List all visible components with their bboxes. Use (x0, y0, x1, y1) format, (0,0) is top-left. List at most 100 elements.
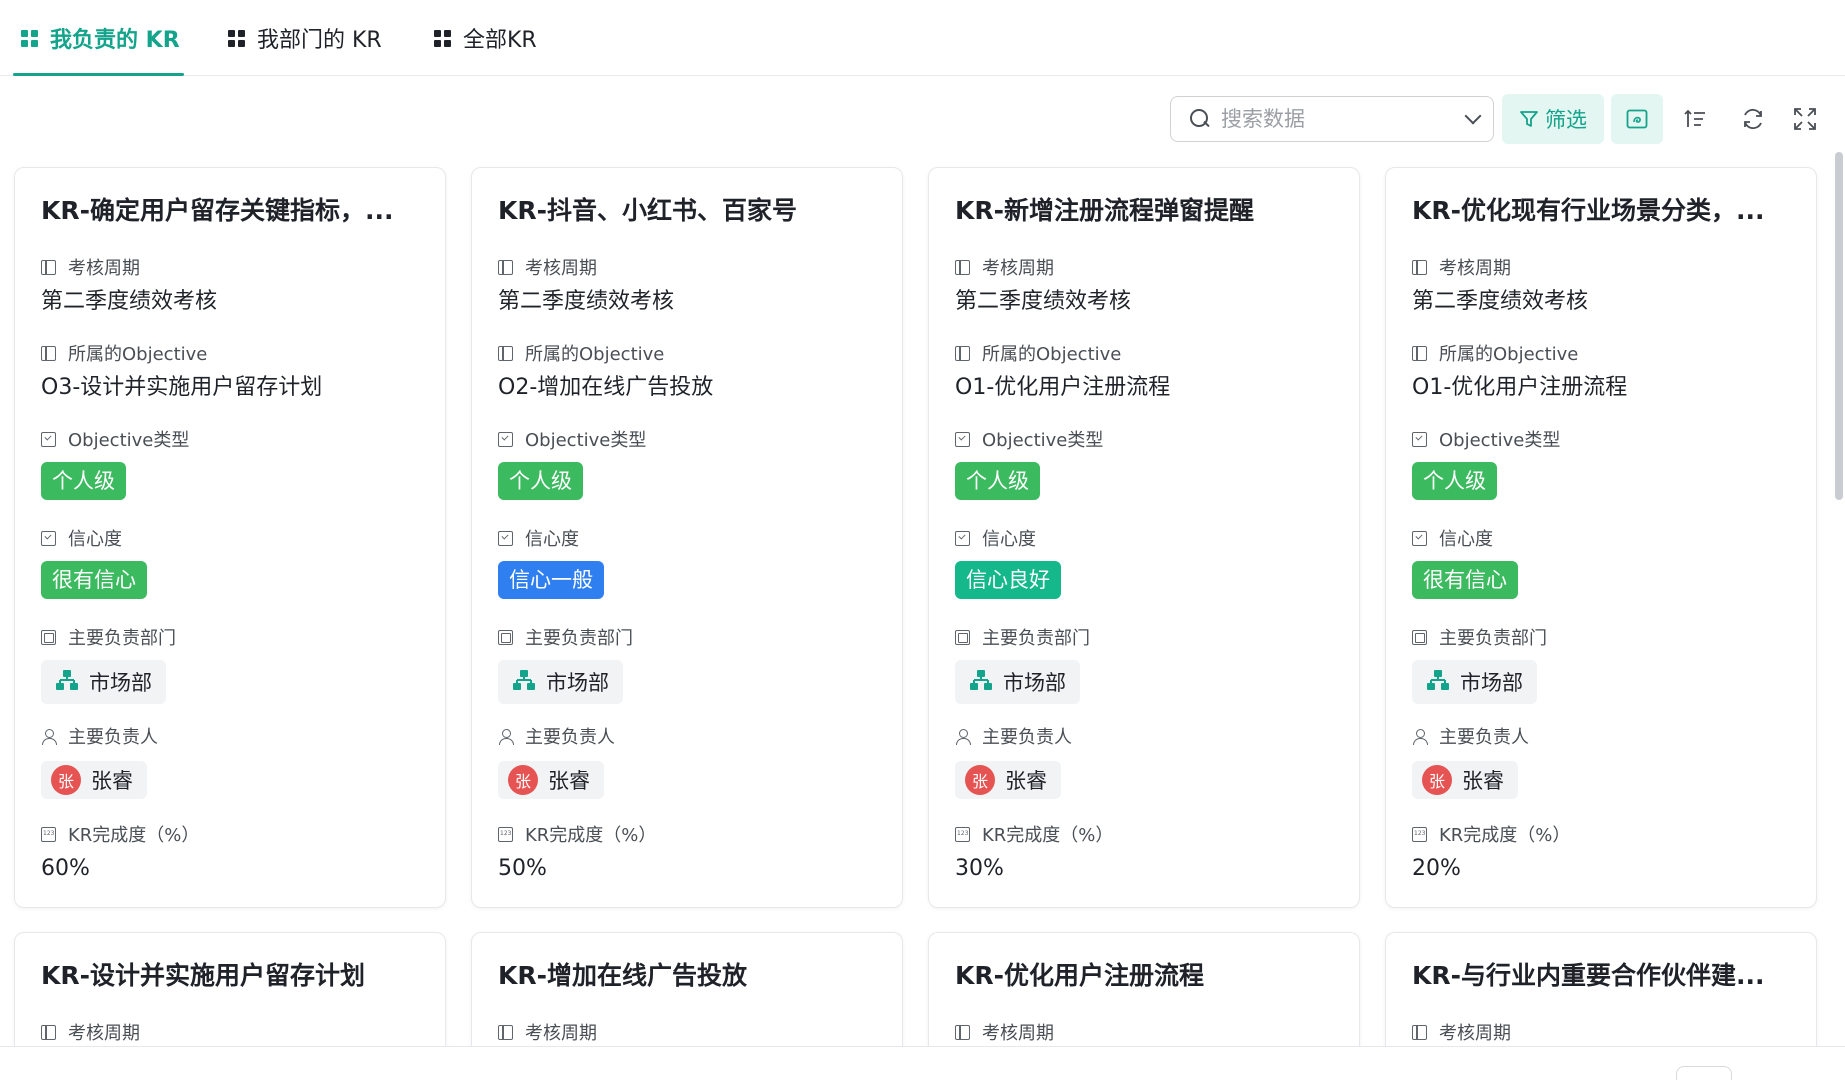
owner-chip[interactable]: 张 张睿 (41, 761, 147, 799)
owner-name: 张睿 (1005, 769, 1047, 793)
progress-label: KR完成度（%） (1412, 821, 1790, 847)
sort-icon[interactable] (1680, 104, 1710, 134)
confidence-field: 很有信心 (1412, 561, 1790, 599)
kr-title[interactable]: KR-优化现有行业场景分类，... (1412, 194, 1790, 228)
kr-card[interactable]: KR-新增注册流程弹窗提醒 考核周期 第二季度绩效考核 所属的Objective… (928, 167, 1360, 908)
objective-label: 所属的Objective (498, 340, 876, 366)
kr-title[interactable]: KR-优化用户注册流程 (955, 959, 1333, 993)
dept-chip[interactable]: 市场部 (41, 660, 166, 704)
filter-button[interactable]: 筛选 (1502, 94, 1604, 144)
dept-chip[interactable]: 市场部 (955, 660, 1080, 704)
objective-icon (41, 345, 56, 361)
objective-label: 所属的Objective (955, 340, 1333, 366)
kr-card[interactable]: KR-抖音、小红书、百家号 考核周期 第二季度绩效考核 所属的Objective… (471, 167, 903, 908)
owner-name: 张睿 (1462, 769, 1504, 793)
objective-type-label: Objective类型 (498, 426, 876, 452)
dept-field: 市场部 (41, 660, 419, 704)
confidence-tag: 很有信心 (1412, 561, 1518, 599)
tab-label: 我负责的 KR (50, 28, 180, 53)
card-view-button[interactable] (1611, 94, 1663, 144)
objective-type-label: Objective类型 (41, 426, 419, 452)
objective-type-field: 个人级 (1412, 462, 1790, 500)
progress-label: KR完成度（%） (41, 821, 419, 847)
progress-icon (41, 826, 56, 842)
refresh-icon[interactable] (1738, 104, 1768, 134)
owner-label: 主要负责人 (1412, 723, 1790, 749)
dept-label-text: 主要负责部门 (982, 628, 1090, 649)
avatar: 张 (1422, 765, 1452, 795)
objective-type-tag: 个人级 (955, 462, 1040, 500)
avatar: 张 (51, 765, 81, 795)
dept-label-text: 主要负责部门 (525, 628, 633, 649)
card-view-icon (1626, 109, 1648, 129)
kr-title[interactable]: KR-抖音、小红书、百家号 (498, 194, 876, 228)
objective-type-icon (498, 431, 513, 447)
objective-type-label-text: Objective类型 (525, 430, 647, 451)
filter-icon (1520, 111, 1538, 127)
period-icon (955, 1024, 970, 1040)
tab-my-kr[interactable]: 我负责的 KR (13, 0, 184, 76)
kr-title[interactable]: KR-增加在线广告投放 (498, 959, 876, 993)
grid-icon (434, 29, 451, 47)
confidence-label: 信心度 (1412, 525, 1790, 551)
owner-label: 主要负责人 (498, 723, 876, 749)
chevron-down-icon[interactable] (1464, 107, 1482, 125)
owner-chip[interactable]: 张 张睿 (1412, 761, 1518, 799)
tab-all-kr[interactable]: 全部KR (434, 0, 537, 76)
confidence-icon (1412, 530, 1427, 546)
owner-label-text: 主要负责人 (982, 727, 1072, 748)
scrollbar[interactable] (1835, 152, 1843, 500)
objective-type-tag: 个人级 (1412, 462, 1497, 500)
confidence-icon (498, 530, 513, 546)
period-label: 考核周期 (498, 1019, 876, 1045)
tab-label: 全部KR (463, 28, 537, 53)
objective-label: 所属的Objective (1412, 340, 1790, 366)
objective-value: O1-优化用户注册流程 (1412, 375, 1628, 400)
search-box[interactable] (1170, 96, 1494, 142)
dept-name: 市场部 (546, 671, 609, 695)
period-label-text: 考核周期 (1439, 1023, 1511, 1044)
progress-icon (955, 826, 970, 842)
owner-chip[interactable]: 张 张睿 (955, 761, 1061, 799)
period-icon (955, 259, 970, 275)
objective-type-field: 个人级 (41, 462, 419, 500)
search-icon (1189, 108, 1211, 130)
dept-chip[interactable]: 市场部 (498, 660, 623, 704)
owner-chip[interactable]: 张 张睿 (498, 761, 604, 799)
owner-label: 主要负责人 (41, 723, 419, 749)
owner-field: 张 张睿 (498, 761, 876, 799)
search-input[interactable] (1221, 107, 1451, 131)
progress-value: 60% (41, 856, 90, 881)
objective-type-label-text: Objective类型 (68, 430, 190, 451)
tab-department-kr[interactable]: 我部门的 KR (228, 0, 382, 76)
kr-card[interactable]: KR-优化现有行业场景分类，... 考核周期 第二季度绩效考核 所属的Objec… (1385, 167, 1817, 908)
objective-type-label: Objective类型 (955, 426, 1333, 452)
period-icon (498, 1024, 513, 1040)
progress-icon (1412, 826, 1427, 842)
kr-title[interactable]: KR-确定用户留存关键指标，... (41, 194, 419, 228)
bottom-handle[interactable] (1676, 1066, 1732, 1080)
fullscreen-icon[interactable] (1790, 104, 1820, 134)
kr-title[interactable]: KR-设计并实施用户留存计划 (41, 959, 419, 993)
dept-chip[interactable]: 市场部 (1412, 660, 1537, 704)
owner-label-text: 主要负责人 (525, 727, 615, 748)
owner-field: 张 张睿 (41, 761, 419, 799)
objective-value: O1-优化用户注册流程 (955, 375, 1171, 400)
kr-title[interactable]: KR-新增注册流程弹窗提醒 (955, 194, 1333, 228)
period-label: 考核周期 (955, 1019, 1333, 1045)
objective-type-label-text: Objective类型 (982, 430, 1104, 451)
kr-title[interactable]: KR-与行业内重要合作伙伴建... (1412, 959, 1790, 993)
period-label-text: 考核周期 (982, 1023, 1054, 1044)
period-value: 第二季度绩效考核 (1412, 289, 1589, 314)
dept-label: 主要负责部门 (498, 624, 876, 650)
filter-label: 筛选 (1545, 108, 1587, 132)
confidence-field: 信心一般 (498, 561, 876, 599)
period-icon (41, 1024, 56, 1040)
confidence-tag: 信心良好 (955, 561, 1061, 599)
confidence-tag: 信心一般 (498, 561, 604, 599)
confidence-tag: 很有信心 (41, 561, 147, 599)
owner-icon (41, 728, 57, 745)
kr-card[interactable]: KR-确定用户留存关键指标，... 考核周期 第二季度绩效考核 所属的Objec… (14, 167, 446, 908)
avatar: 张 (508, 765, 538, 795)
progress-label-text: KR完成度（%） (68, 825, 200, 846)
